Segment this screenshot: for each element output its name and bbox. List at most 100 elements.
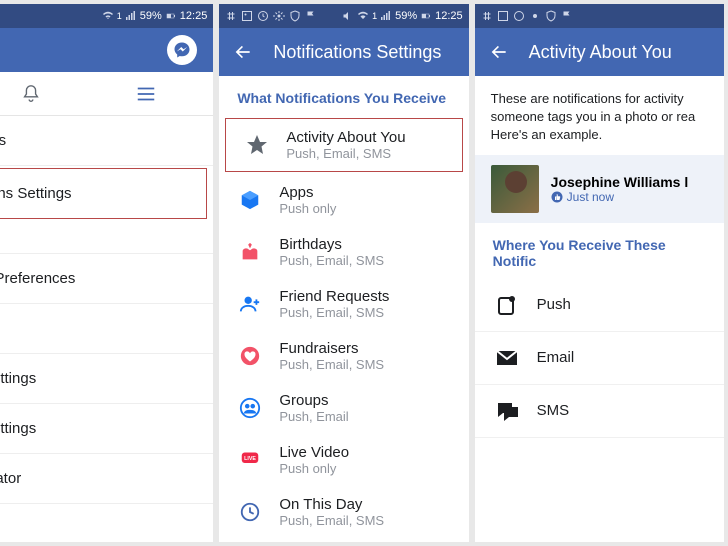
menu-item[interactable]: [0, 221, 213, 254]
channel-label: Push: [537, 296, 571, 313]
gallery-icon: [241, 10, 253, 22]
status-bar: [475, 4, 724, 28]
hash-icon: [225, 10, 237, 22]
section-header: Where You Receive These Notific: [475, 223, 724, 279]
phone-screen-2: 1 59% 12:25 Notifications Settings What …: [219, 4, 468, 542]
item-sub: Push, Email, SMS: [279, 253, 450, 268]
bell-icon[interactable]: [20, 83, 42, 105]
sim-label: 1: [117, 11, 122, 21]
description-text: These are notifications for activity som…: [475, 76, 724, 155]
clock-status-icon: [513, 10, 525, 22]
item-title: Live Video: [279, 444, 450, 461]
menu-item[interactable]: d Preferences: [0, 254, 213, 304]
heart-coin-icon: [237, 343, 263, 369]
item-sub: Push, Email: [279, 409, 450, 424]
item-title: Activity About You: [286, 129, 443, 146]
battery-icon: [165, 10, 177, 22]
status-left-icons: [225, 10, 317, 22]
svg-text:LIVE: LIVE: [244, 456, 256, 462]
menu-item[interactable]: ngs: [0, 116, 213, 166]
status-right: 1 59% 12:25: [342, 10, 463, 22]
item-title: On This Day: [279, 496, 450, 513]
battery-pct: 59%: [140, 10, 162, 22]
example-notification: Josephine Williams l Just now: [475, 155, 724, 223]
item-friend-requests[interactable]: Friend Requests Push, Email, SMS: [219, 278, 468, 330]
box-icon: [237, 187, 263, 213]
hamburger-icon[interactable]: [135, 83, 157, 105]
sms-icon: [495, 399, 519, 423]
menu-item[interactable]: erator: [0, 454, 213, 504]
phone-screen-1: 1 59% 12:25 ngs ons Settings d Preferenc…: [0, 4, 213, 542]
flag-icon: [561, 10, 573, 22]
item-title: Friend Requests: [279, 288, 450, 305]
tab-bar: [0, 72, 213, 116]
header-title: Notifications Settings: [273, 42, 441, 63]
email-icon: [495, 346, 519, 370]
item-sub: Push, Email, SMS: [279, 357, 450, 372]
item-on-this-day[interactable]: On This Day Push, Email, SMS: [219, 486, 468, 538]
channel-sms[interactable]: SMS: [475, 385, 724, 438]
item-title: Birthdays: [279, 236, 450, 253]
menu-item-notifications-settings[interactable]: ons Settings: [0, 168, 207, 219]
clock-icon: [237, 499, 263, 525]
item-sub: Push, Email, SMS: [286, 146, 443, 161]
status-left-icons: [481, 10, 573, 22]
gear-status-icon: [273, 10, 285, 22]
clock-time: 12:25: [435, 10, 463, 22]
fb-top-bar: [0, 28, 213, 72]
menu-item[interactable]: Settings: [0, 404, 213, 454]
clock-time: 12:25: [180, 10, 208, 22]
messenger-button[interactable]: [167, 35, 197, 65]
back-icon[interactable]: [233, 42, 253, 62]
item-sub: Push only: [279, 201, 450, 216]
phone-screen-3: Activity About You These are notificatio…: [475, 4, 724, 542]
app-header: Notifications Settings: [219, 28, 468, 76]
item-title: Groups: [279, 392, 450, 409]
status-right: 1 59% 12:25: [102, 10, 208, 22]
example-name: Josephine Williams l: [551, 174, 689, 190]
item-title: Fundraisers: [279, 340, 450, 357]
status-bar: 1 59% 12:25: [0, 4, 213, 28]
shield-status-icon: [545, 10, 557, 22]
cake-icon: [237, 239, 263, 265]
clock-status-icon: [257, 10, 269, 22]
live-icon: LIVE: [237, 447, 263, 473]
wifi-icon: [357, 10, 369, 22]
back-icon[interactable]: [489, 42, 509, 62]
group-icon: [237, 395, 263, 421]
item-sub: Push, Email, SMS: [279, 305, 450, 320]
notifications-list: What Notifications You Receive Activity …: [219, 76, 468, 542]
gallery-icon: [497, 10, 509, 22]
item-activity-about-you[interactable]: Activity About You Push, Email, SMS: [225, 118, 462, 172]
signal-icon: [380, 10, 392, 22]
item-birthdays[interactable]: Birthdays Push, Email, SMS: [219, 226, 468, 278]
activity-detail: These are notifications for activity som…: [475, 76, 724, 542]
hash-icon: [481, 10, 493, 22]
star-icon: [244, 132, 270, 158]
header-title: Activity About You: [529, 42, 672, 63]
example-time: Just now: [567, 190, 614, 204]
item-title: Apps: [279, 184, 450, 201]
push-icon: [495, 293, 519, 317]
channel-label: SMS: [537, 402, 570, 419]
menu-item[interactable]: Settings: [0, 354, 213, 404]
mute-icon: [342, 10, 354, 22]
channel-email[interactable]: Email: [475, 332, 724, 385]
item-live-video[interactable]: LIVE Live Video Push only: [219, 434, 468, 486]
channel-push[interactable]: Push: [475, 279, 724, 332]
battery-icon: [420, 10, 432, 22]
flag-icon: [305, 10, 317, 22]
battery-pct: 59%: [395, 10, 417, 22]
like-icon: [551, 191, 563, 203]
friend-add-icon: [237, 291, 263, 317]
section-header: What Notifications You Receive: [219, 76, 468, 116]
shield-status-icon: [289, 10, 301, 22]
wifi-icon: [102, 10, 114, 22]
menu-item[interactable]: r: [0, 304, 213, 354]
item-apps[interactable]: Apps Push only: [219, 174, 468, 226]
messenger-icon: [173, 41, 191, 59]
example-meta: Just now: [551, 190, 689, 204]
item-groups[interactable]: Groups Push, Email: [219, 382, 468, 434]
item-fundraisers[interactable]: Fundraisers Push, Email, SMS: [219, 330, 468, 382]
avatar: [491, 165, 539, 213]
